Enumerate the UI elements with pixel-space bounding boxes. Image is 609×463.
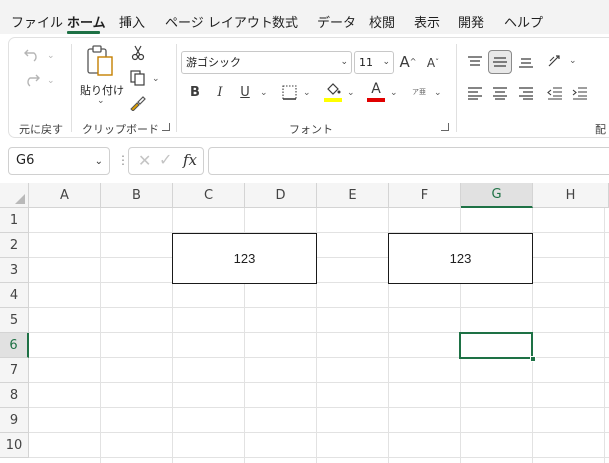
tab-home[interactable]: ホーム (67, 12, 106, 31)
increase-indent-icon[interactable] (570, 83, 590, 103)
name-box-dropdown-icon[interactable]: ⌄ (95, 149, 103, 175)
tab-view[interactable]: 表示 (414, 12, 440, 31)
ribbon: ⌄ ⌄ 元に戻す 貼り付け ⌄ ⌄ クリップボード 游ゴシック ⌄ 11 ⌄ A… (8, 37, 609, 138)
copy-dropdown-icon[interactable]: ⌄ (152, 74, 160, 84)
tab-help[interactable]: ヘルプ (504, 12, 543, 31)
font-size-select[interactable]: 11 ⌄ (354, 51, 394, 74)
underline-icon[interactable]: U (237, 84, 253, 100)
align-left-icon[interactable] (465, 83, 485, 103)
cancel-entry-icon[interactable]: ✕ (138, 151, 151, 170)
row-header-5[interactable]: 5 (0, 308, 29, 333)
format-painter-icon[interactable] (128, 94, 148, 112)
formula-input[interactable] (208, 147, 609, 175)
column-header-g[interactable]: G (461, 183, 533, 208)
row-header-8[interactable]: 8 (0, 383, 29, 408)
fill-color-dropdown-icon[interactable]: ⌄ (347, 88, 355, 98)
align-top-icon[interactable] (465, 52, 485, 72)
font-name-dropdown-icon: ⌄ (340, 57, 348, 67)
font-color-swatch (367, 98, 385, 102)
cut-icon[interactable] (129, 44, 147, 62)
copy-icon[interactable] (128, 69, 148, 87)
column-header-a[interactable]: A (29, 183, 101, 208)
formula-bar-buttons: ✕ ✓ fx (128, 147, 204, 175)
increase-font-size-icon[interactable]: A ^ (398, 52, 418, 72)
clipboard-group-label: クリップボード (82, 123, 159, 136)
row-header-7[interactable]: 7 (0, 358, 29, 383)
menu-bar: ファイル ホーム 挿入 ページ レイアウト 数式 データ 校閲 表示 開発 ヘル… (0, 0, 609, 34)
paste-dropdown-icon[interactable]: ⌄ (97, 96, 105, 106)
column-header-c[interactable]: C (173, 183, 245, 208)
column-header-d[interactable]: D (245, 183, 317, 208)
row-header-6[interactable]: 6 (0, 333, 29, 358)
group-separator (176, 44, 177, 132)
name-box-value: G6 (16, 153, 35, 168)
merged-cell-c2-d3[interactable]: 123 (172, 233, 317, 284)
orientation-dropdown-icon[interactable]: ⌄ (569, 56, 577, 66)
phonetic-dropdown-icon[interactable]: ⌄ (434, 88, 442, 98)
name-box[interactable]: G6 ⌄ (8, 147, 110, 175)
bold-icon[interactable]: B (187, 84, 203, 100)
decrease-indent-icon[interactable] (545, 83, 565, 103)
selected-cell-g6[interactable] (459, 332, 533, 359)
redo-dropdown-icon[interactable]: ⌄ (47, 76, 55, 86)
align-center-icon[interactable] (490, 83, 510, 103)
tab-insert[interactable]: 挿入 (119, 12, 145, 31)
align-right-icon[interactable] (516, 83, 536, 103)
fill-color-icon[interactable] (324, 81, 342, 97)
tab-data[interactable]: データ (317, 12, 356, 31)
borders-dropdown-icon[interactable]: ⌄ (303, 88, 311, 98)
font-color-icon[interactable]: A (367, 81, 385, 97)
tab-file[interactable]: ファイル (11, 12, 63, 31)
font-group-label: フォント (289, 123, 333, 136)
font-size-dropdown-icon: ⌄ (382, 57, 390, 67)
borders-icon[interactable] (281, 84, 298, 101)
undo-group-label: 元に戻す (19, 123, 63, 136)
font-color-dropdown-icon[interactable]: ⌄ (390, 88, 398, 98)
italic-icon[interactable]: I (212, 84, 228, 100)
font-launcher-icon[interactable] (441, 123, 449, 131)
align-bottom-icon[interactable] (516, 52, 536, 72)
column-header-e[interactable]: E (317, 183, 389, 208)
select-all-corner[interactable] (0, 183, 29, 208)
font-name-select[interactable]: 游ゴシック ⌄ (181, 51, 352, 74)
group-separator (456, 44, 457, 132)
align-middle-button[interactable] (488, 50, 512, 74)
alignment-group-label: 配 (595, 123, 606, 136)
row-header-9[interactable]: 9 (0, 408, 29, 433)
insert-function-icon[interactable]: fx (183, 151, 197, 169)
group-separator (71, 44, 72, 132)
row-header-1[interactable]: 1 (0, 208, 29, 233)
undo-icon[interactable] (21, 43, 43, 65)
clipboard-launcher-icon[interactable] (162, 123, 170, 131)
redo-icon[interactable] (21, 68, 43, 90)
font-name-value: 游ゴシック (186, 56, 241, 69)
fill-handle[interactable] (530, 356, 536, 362)
tab-developer[interactable]: 開発 (458, 12, 484, 31)
row-header-2[interactable]: 2 (0, 233, 29, 258)
active-tab-indicator (67, 31, 100, 34)
row-header-10[interactable]: 10 (0, 433, 29, 458)
row-header-4[interactable]: 4 (0, 283, 29, 308)
column-header-h[interactable]: H (533, 183, 609, 208)
select-all-triangle-icon (15, 194, 25, 204)
underline-dropdown-icon[interactable]: ⌄ (260, 88, 268, 98)
tab-review[interactable]: 校閲 (369, 12, 395, 31)
phonetic-guide-icon[interactable]: ア亜 (411, 82, 427, 102)
tab-page-layout[interactable]: ページ レイアウト (165, 12, 273, 31)
fill-color-swatch (324, 98, 342, 102)
merged-cell-f2-g3[interactable]: 123 (388, 233, 533, 284)
row-header-3[interactable]: 3 (0, 258, 29, 283)
paste-icon[interactable] (85, 43, 115, 79)
column-header-f[interactable]: F (389, 183, 461, 208)
confirm-entry-icon[interactable]: ✓ (159, 150, 172, 169)
orientation-icon[interactable] (546, 51, 566, 71)
tab-formulas[interactable]: 数式 (272, 12, 298, 31)
font-size-value: 11 (359, 56, 373, 69)
column-header-b[interactable]: B (101, 183, 173, 208)
undo-dropdown-icon[interactable]: ⌄ (47, 51, 55, 61)
decrease-font-size-icon[interactable]: Aˇ (423, 53, 443, 73)
